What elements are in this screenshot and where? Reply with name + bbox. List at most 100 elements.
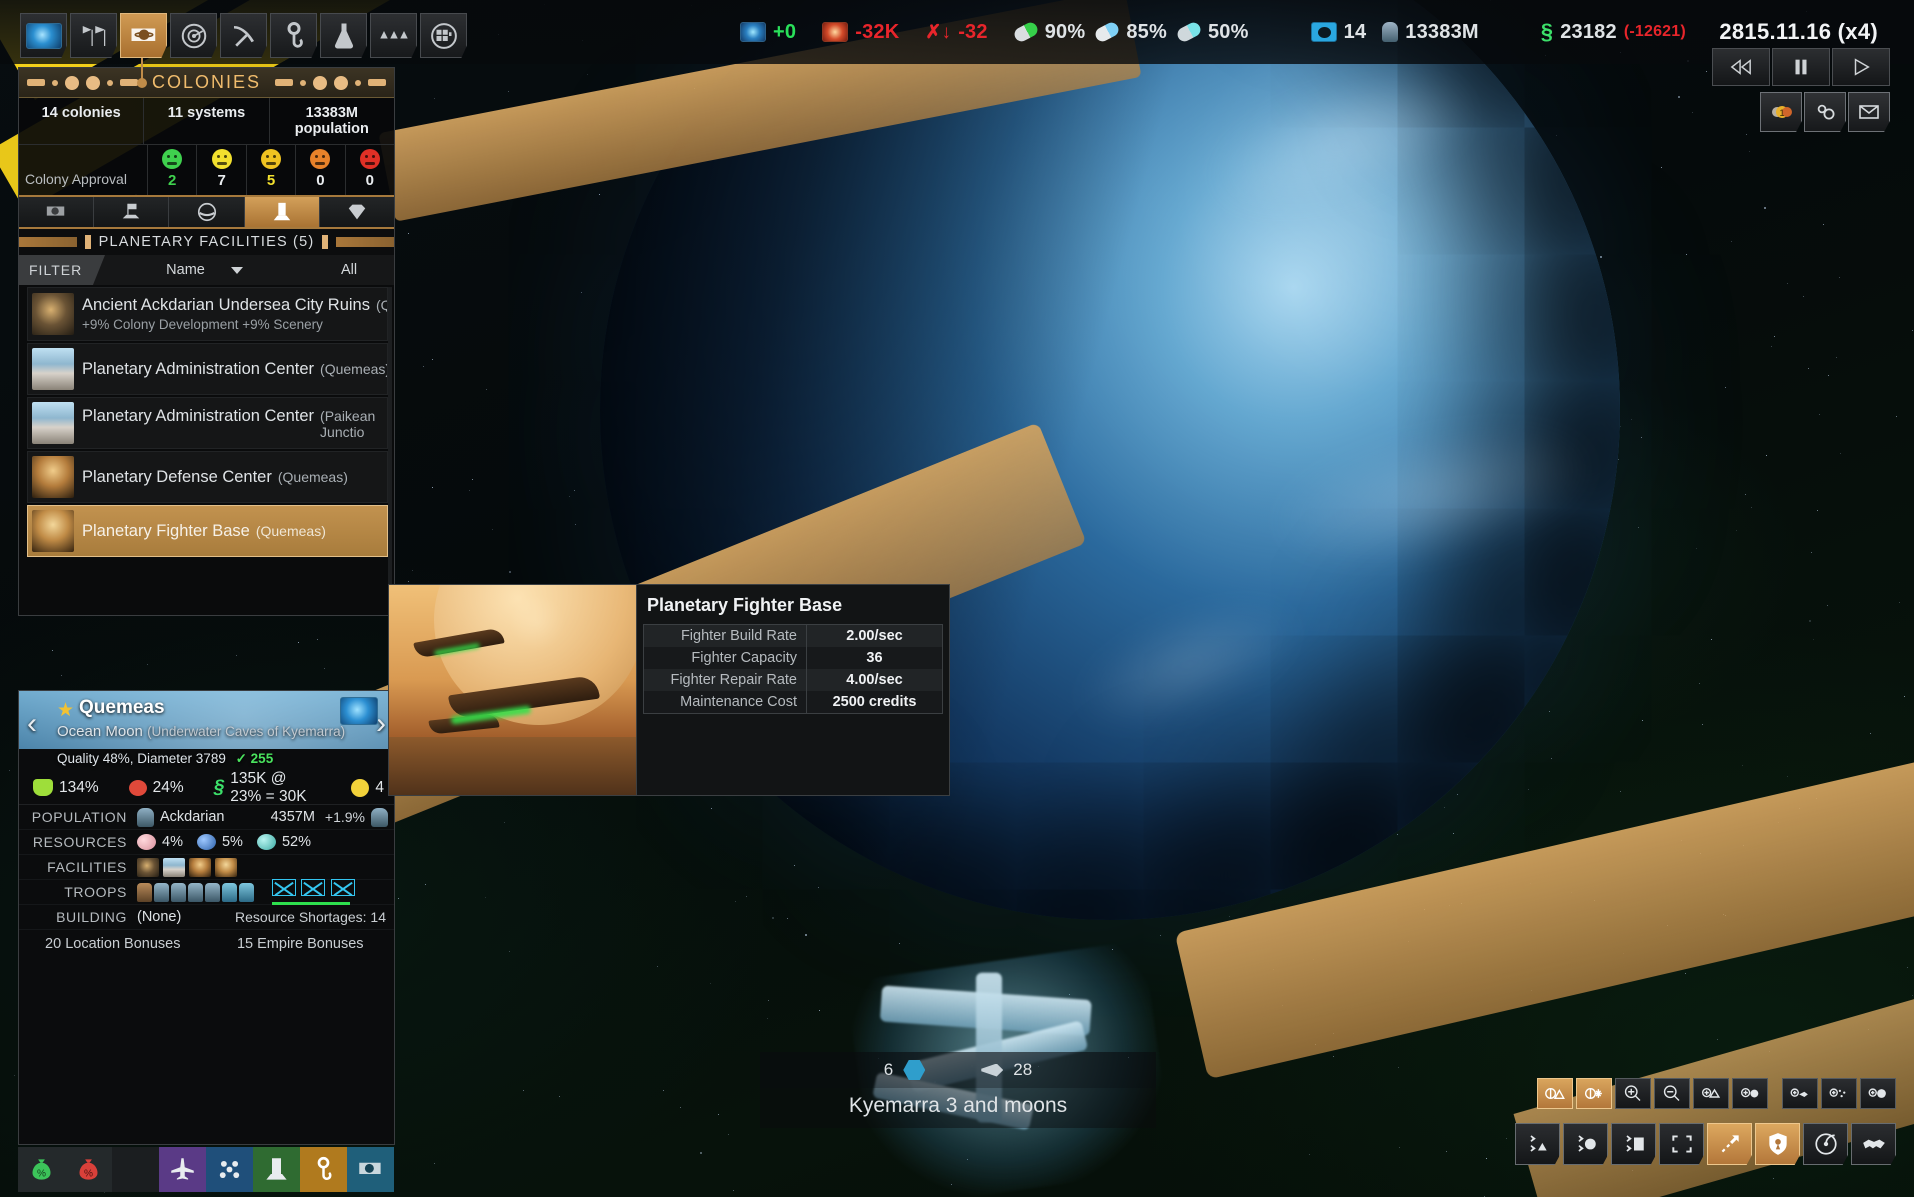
colonies-summary: 14 colonies 11 systems 13383M population (19, 98, 394, 145)
facilities-label: FACILITIES (19, 859, 137, 875)
buildings-button[interactable] (253, 1147, 300, 1192)
header-decoration (275, 76, 386, 90)
colony-resources-row: RESOURCES 4% 5% 52% (19, 830, 394, 855)
subtab-facilities[interactable] (245, 197, 320, 227)
toggle-ranges-button[interactable] (1537, 1078, 1573, 1109)
zoom-to-cluster-button[interactable] (1821, 1078, 1857, 1109)
expenses-button[interactable]: % (65, 1147, 112, 1192)
troops-button[interactable] (206, 1147, 253, 1192)
pause-button[interactable] (1772, 48, 1830, 86)
stat-research[interactable]: +0 (740, 21, 796, 44)
stat-troops[interactable]: ✗↓ -32 (925, 21, 987, 44)
energy-value: -32K (855, 21, 899, 44)
stat-label: Maintenance Cost (644, 694, 806, 710)
rewind-button[interactable] (1712, 48, 1770, 86)
approval-angry[interactable]: 0 (345, 145, 394, 195)
facility-location: (Quemeas) (278, 469, 348, 485)
approval-unhappy[interactable]: 0 (295, 145, 344, 195)
approval-happy-count: 2 (168, 172, 176, 189)
location-bonuses[interactable]: 20 Location Bonuses (19, 936, 207, 952)
population-label: POPULATION (19, 809, 137, 825)
stat-energy[interactable]: -32K (822, 21, 899, 44)
messages-button[interactable] (1848, 92, 1890, 132)
colony-header: ‹ › ★ Quemeas Ocean Moon (Underwater Cav… (19, 691, 394, 749)
fullscreen-button[interactable] (1659, 1123, 1704, 1165)
zoom-to-range-button[interactable] (1693, 1078, 1729, 1109)
facility-row-fighter-base[interactable]: Planetary Fighter Base (Quemeas) (27, 505, 388, 557)
subtab-flag[interactable] (94, 197, 169, 227)
zoom-in-button[interactable] (1615, 1078, 1651, 1109)
facility-row-admin-2[interactable]: Planetary Administration Center (Paikean… (27, 397, 388, 449)
zoom-to-ship-button[interactable] (1782, 1078, 1818, 1109)
main-tab-construction[interactable] (270, 13, 317, 58)
filter-scope-dropdown[interactable]: All (304, 255, 394, 285)
stat-row: Fighter Build Rate 2.00/sec (644, 625, 942, 647)
blank-button[interactable] (112, 1147, 159, 1192)
goto-base-button[interactable] (1515, 1123, 1560, 1165)
stat-colonies[interactable]: 14 (1311, 21, 1367, 44)
map-controls-row-1 (1537, 1078, 1896, 1109)
main-tab-empire-overview[interactable] (20, 13, 67, 58)
research-notifications-button[interactable]: 1 (1760, 92, 1802, 132)
zoom-in-icon (1621, 1083, 1645, 1104)
measure-button[interactable] (1707, 1123, 1752, 1165)
stat-fuel-other[interactable]: 50% (1177, 21, 1249, 44)
system-label[interactable]: 6 28 Kyemarra 3 and moons (760, 1052, 1156, 1128)
play-button[interactable] (1832, 48, 1890, 86)
fuel-hydrogen-value: 85% (1126, 21, 1167, 44)
main-tab-mining[interactable] (220, 13, 267, 58)
stat-fuel-caslon[interactable]: 90% (1014, 21, 1086, 44)
zoom-out-button[interactable] (1654, 1078, 1690, 1109)
approval-neutral[interactable]: 5 (246, 145, 295, 195)
fuel-caslon-icon (1012, 20, 1040, 44)
main-tab-fleets[interactable] (370, 13, 417, 58)
goto-planet-button[interactable] (1563, 1123, 1608, 1165)
speed-controls (1712, 48, 1890, 86)
subtab-resources[interactable] (320, 197, 394, 227)
facility-row-admin-1[interactable]: Planetary Administration Center (Quemeas… (27, 343, 388, 395)
filter-sort-dropdown[interactable]: Name (105, 255, 304, 285)
colony-view-button[interactable] (340, 697, 378, 725)
diplomacy-button[interactable] (1851, 1123, 1896, 1165)
empire-bonuses[interactable]: 15 Empire Bonuses (207, 936, 395, 952)
stat-fuel-hydrogen[interactable]: 85% (1095, 21, 1167, 44)
construction-button[interactable] (300, 1147, 347, 1192)
settings-button[interactable] (1804, 92, 1846, 132)
facility-row-ruins[interactable]: Ancient Ackdarian Undersea City Ruins (Q… (27, 287, 388, 341)
subtab-planets[interactable] (169, 197, 244, 227)
resource-shortages: Resource Shortages: 14 (235, 909, 386, 925)
planets-button[interactable] (347, 1147, 394, 1192)
goto-cargo-button[interactable] (1611, 1123, 1656, 1165)
previous-colony-button[interactable]: ‹ (27, 707, 37, 741)
facility-fighter-icon[interactable] (215, 858, 237, 877)
approval-happy[interactable]: 2 (147, 145, 196, 195)
summary-systems: 11 systems (144, 98, 269, 144)
facilities-list[interactable]: Ancient Ackdarian Undersea City Ruins (Q… (19, 285, 394, 615)
stat-population[interactable]: 13383M (1382, 21, 1478, 44)
subtab-colonies[interactable] (19, 197, 94, 227)
facility-row-defense[interactable]: Planetary Defense Center (Quemeas) (27, 451, 388, 503)
territory-button[interactable] (1755, 1123, 1800, 1165)
main-tab-colonies[interactable] (120, 13, 167, 58)
list-scrollbar[interactable] (388, 287, 392, 613)
stat-credits[interactable]: § 23182 (-12621) (1541, 19, 1686, 45)
troops-value: -32 (958, 21, 988, 44)
income-button[interactable]: % (18, 1147, 65, 1192)
zoom-to-galaxy-button[interactable] (1860, 1078, 1896, 1109)
main-tab-designs[interactable] (420, 13, 467, 58)
facility-defense-icon[interactable] (189, 858, 211, 877)
main-tab-diplomacy[interactable] (70, 13, 117, 58)
facility-admin-icon[interactable] (163, 858, 185, 877)
credits-icon: § (1541, 19, 1553, 45)
hex-colony-icon (903, 1060, 925, 1080)
toggle-sparkle-button[interactable] (1576, 1078, 1612, 1109)
development-value: ✓ 255 (236, 751, 274, 766)
main-tab-research[interactable] (320, 13, 367, 58)
approval-content[interactable]: 7 (196, 145, 245, 195)
main-tab-exploration[interactable] (170, 13, 217, 58)
fighters-button[interactable] (159, 1147, 206, 1192)
galaxy-map-button[interactable] (1803, 1123, 1848, 1165)
zoom-to-planet-button[interactable] (1732, 1078, 1768, 1109)
colony-stats-body: 134% 24% § 135K @ 23% = 30K 4 POPULATION (19, 771, 394, 958)
facility-ruins-icon[interactable] (137, 858, 159, 877)
